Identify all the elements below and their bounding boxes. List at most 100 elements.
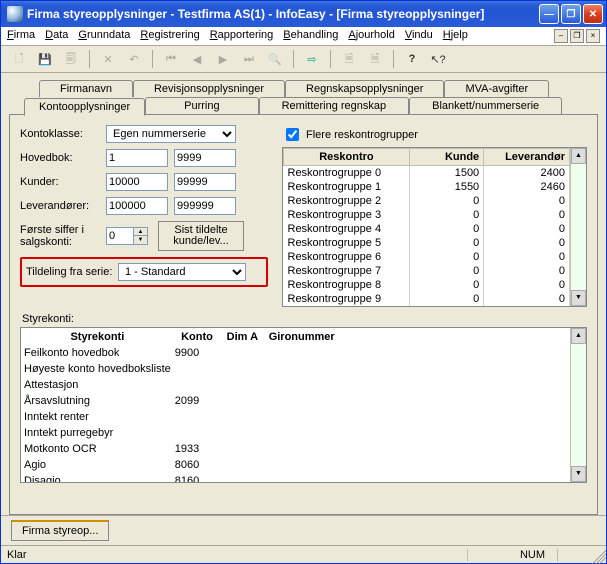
- help-icon[interactable]: ?: [402, 49, 422, 69]
- resize-grip-icon[interactable]: [588, 546, 606, 564]
- tab-kontoopplysninger[interactable]: Kontoopplysninger: [24, 98, 145, 116]
- whatsthis-icon[interactable]: ↖?: [428, 49, 448, 69]
- tildeling-label: Tildeling fra serie:: [26, 266, 118, 278]
- table-row[interactable]: Reskontrogruppe 115502460: [284, 180, 570, 194]
- tab-purring[interactable]: Purring: [145, 97, 258, 115]
- table-row[interactable]: Høyeste konto hovedboksliste: [23, 362, 339, 376]
- menu-vindu[interactable]: Vindu: [405, 29, 433, 43]
- next-icon: ▶: [213, 49, 233, 69]
- search-icon: 🔍: [265, 49, 285, 69]
- table-row[interactable]: Attestasjon: [23, 378, 339, 392]
- tab-regnskap[interactable]: Regnskapsopplysninger: [285, 80, 444, 97]
- mdi-restore-button[interactable]: ❐: [570, 29, 584, 43]
- reskontro-grid[interactable]: Reskontro Kunde Leverandør Reskontrogrup…: [282, 147, 587, 307]
- kontoklasse-select[interactable]: Egen nummerserie: [106, 125, 236, 143]
- menu-firma[interactable]: Firma: [7, 29, 35, 43]
- table-row[interactable]: Reskontrogruppe 800: [284, 278, 570, 292]
- styrekonti-grid[interactable]: Styrekonti Konto Dim A Gironummer Feilko…: [20, 327, 587, 483]
- window-title: Firma styreopplysninger - Testfirma AS(1…: [27, 7, 539, 21]
- resk-col-leverandor[interactable]: Leverandør: [484, 149, 570, 166]
- close-button[interactable]: ✕: [583, 4, 603, 24]
- prev-icon: ◀: [187, 49, 207, 69]
- spin-up-icon[interactable]: ▲: [133, 228, 147, 236]
- table-row[interactable]: Reskontrogruppe 900: [284, 292, 570, 306]
- minimize-button[interactable]: —: [539, 4, 559, 24]
- table-row[interactable]: Reskontrogruppe 700: [284, 264, 570, 278]
- table-row[interactable]: Reskontrogruppe 600: [284, 250, 570, 264]
- flere-reskontro-checkbox[interactable]: [286, 128, 299, 141]
- styre-scrollbar[interactable]: ▲ ▼: [570, 328, 586, 482]
- menu-registrering[interactable]: Registrering: [140, 29, 199, 43]
- table-row[interactable]: Reskontrogruppe 500: [284, 236, 570, 250]
- table-row[interactable]: Reskontrogruppe 300: [284, 208, 570, 222]
- mdi-taskbar: Firma styreop...: [1, 515, 606, 545]
- mdi-minimize-button[interactable]: –: [554, 29, 568, 43]
- new-icon: 🗋: [9, 49, 29, 69]
- leverandorer-label: Leverandører:: [20, 200, 106, 212]
- scroll-down-icon[interactable]: ▼: [571, 466, 586, 482]
- table-row[interactable]: Motkonto OCR1933: [23, 442, 339, 456]
- hovedbok-from-input[interactable]: [106, 149, 168, 167]
- table-row[interactable]: Reskontrogruppe 400: [284, 222, 570, 236]
- maximize-button[interactable]: ❐: [561, 4, 581, 24]
- styrekonti-label: Styrekonti:: [22, 313, 587, 325]
- table-row[interactable]: Disagio8160: [23, 474, 339, 482]
- tab-revisjon[interactable]: Revisjonsopplysninger: [133, 80, 285, 97]
- app-icon: [7, 6, 23, 22]
- scroll-down-icon[interactable]: ▼: [571, 290, 586, 306]
- resk-col-reskontro[interactable]: Reskontro: [284, 149, 410, 166]
- table-row[interactable]: Inntekt renter: [23, 410, 339, 424]
- resk-scrollbar[interactable]: ▲ ▼: [570, 148, 586, 306]
- resk-col-kunde[interactable]: Kunde: [409, 149, 483, 166]
- styre-col-konto[interactable]: Konto: [174, 330, 220, 344]
- lev-to-input[interactable]: [174, 197, 236, 215]
- menu-behandling[interactable]: Behandling: [283, 29, 338, 43]
- tab-firmanavn[interactable]: Firmanavn: [39, 80, 133, 97]
- kunder-from-input[interactable]: [106, 173, 168, 191]
- mdi-close-button[interactable]: ×: [586, 29, 600, 43]
- first-icon: ⏮: [161, 49, 181, 69]
- menu-grunndata[interactable]: Grunndata: [78, 29, 130, 43]
- table-row[interactable]: Agio8060: [23, 458, 339, 472]
- titlebar: Firma styreopplysninger - Testfirma AS(1…: [1, 1, 606, 27]
- menu-ajourhold[interactable]: Ajourhold: [348, 29, 394, 43]
- tab-strip: Firmanavn Revisjonsopplysninger Regnskap…: [39, 79, 598, 114]
- tildeling-select[interactable]: 1 - Standard: [118, 263, 246, 281]
- tildeling-highlight: Tildeling fra serie: 1 - Standard: [20, 257, 268, 287]
- menu-hjelp[interactable]: Hjelp: [443, 29, 468, 43]
- mdi-task-tab[interactable]: Firma styreop...: [11, 520, 109, 541]
- table-row[interactable]: Årsavslutning2099: [23, 394, 339, 408]
- export-icon[interactable]: ⇨: [302, 49, 322, 69]
- tab-panel: Kontoklasse: Egen nummerserie Hovedbok: …: [9, 114, 598, 515]
- scroll-up-icon[interactable]: ▲: [571, 328, 586, 344]
- forste-siffer-input[interactable]: [107, 228, 133, 244]
- lev-from-input[interactable]: [106, 197, 168, 215]
- menubar: Firma Data Grunndata Registrering Rappor…: [1, 27, 606, 46]
- spin-down-icon[interactable]: ▼: [133, 236, 147, 244]
- hovedbok-to-input[interactable]: [174, 149, 236, 167]
- sist-tildelte-button[interactable]: Sist tildelte kunde/lev...: [158, 221, 244, 251]
- table-row[interactable]: Reskontrogruppe 200: [284, 194, 570, 208]
- tab-blankett[interactable]: Blankett/nummerserie: [409, 97, 562, 115]
- table-row[interactable]: Reskontrogruppe 015002400: [284, 166, 570, 181]
- kunder-to-input[interactable]: [174, 173, 236, 191]
- save-icon[interactable]: 💾: [35, 49, 55, 69]
- table-row[interactable]: Feilkonto hovedbok9900: [23, 346, 339, 360]
- styre-col-dima[interactable]: Dim A: [222, 330, 262, 344]
- table-row[interactable]: Inntekt purregebyr: [23, 426, 339, 440]
- forste-siffer-spinner[interactable]: ▲▼: [106, 227, 148, 245]
- flere-reskontro-label: Flere reskontrogrupper: [306, 129, 418, 141]
- styre-col-gironummer[interactable]: Gironummer: [265, 330, 339, 344]
- tab-remittering[interactable]: Remittering regnskap: [259, 97, 410, 115]
- scroll-up-icon[interactable]: ▲: [571, 148, 586, 164]
- styre-col-styrekonti[interactable]: Styrekonti: [23, 330, 172, 344]
- toolbar: 🗋 💾 🗐 ✕ ↶ ⏮ ◀ ▶ ⏭ 🔍 ⇨ 🗎 🗎 ? ↖?: [1, 46, 606, 73]
- doc1-icon: 🗎: [339, 49, 359, 69]
- hovedbok-label: Hovedbok:: [20, 152, 106, 164]
- kontoklasse-label: Kontoklasse:: [20, 128, 106, 140]
- menu-rapportering[interactable]: Rapportering: [210, 29, 274, 43]
- menu-data[interactable]: Data: [45, 29, 68, 43]
- forste-siffer-label: Første siffer i salgskonti:: [20, 224, 106, 248]
- status-num: NUM: [508, 549, 558, 561]
- tab-mva[interactable]: MVA-avgifter: [444, 80, 549, 97]
